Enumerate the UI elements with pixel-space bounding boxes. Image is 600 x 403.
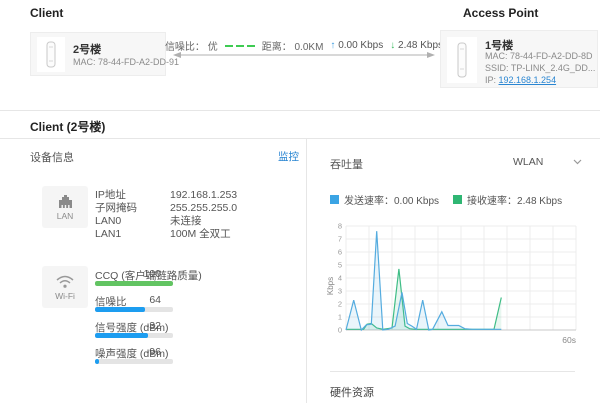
divider-hardware [330, 371, 575, 372]
wifi-metric-bar-fill [95, 281, 173, 286]
lan-row-label: LAN1 [95, 228, 170, 240]
svg-text:1: 1 [338, 313, 342, 322]
ap-device-ssid: SSID: TP-LINK_2.4G_DD... [485, 63, 595, 73]
ap-device-ip-row: IP: 192.168.1.254 [485, 75, 556, 85]
lan-row: LAN1100M 全双工 [95, 226, 295, 241]
wifi-metric-bar [95, 333, 173, 338]
throughput-title: 吞吐量 [330, 156, 363, 172]
svg-text:8: 8 [338, 222, 342, 231]
wifi-icon [55, 274, 75, 289]
ip-label: IP: [485, 75, 499, 85]
legend-item: 接收速率：2.48 Kbps [453, 192, 562, 207]
client-device-image [37, 37, 65, 72]
wifi-metric-bar [95, 281, 173, 286]
ap-ip-link[interactable]: 192.168.1.254 [499, 75, 557, 85]
cpe-device-icon [455, 41, 469, 79]
legend-label: 接收速率：2.48 Kbps [467, 192, 562, 207]
client-device-mac: MAC: 78-44-FD-A2-DD-91 [73, 57, 179, 67]
wifi-metric-bar [95, 307, 173, 312]
wifi-metric-value: -32 [95, 320, 161, 332]
svg-text:Kbps: Kbps [326, 277, 335, 295]
throughput-chart-svg: 0 1 2 3 4 5 6 7 8 Kbps 60s [326, 216, 582, 346]
wifi-metric-bar [95, 359, 173, 364]
column-divider [306, 139, 307, 403]
client-device-name: 2号楼 [73, 41, 101, 57]
wlan-selector[interactable]: WLAN [513, 156, 582, 168]
access-point-header: Access Point [463, 6, 538, 20]
svg-text:7: 7 [338, 235, 342, 244]
link-up: ↑ 0.00 Kbps [330, 40, 383, 51]
chevron-down-icon [573, 159, 582, 165]
svg-text:0: 0 [338, 326, 342, 335]
monitor-link[interactable]: 监控 [278, 149, 299, 164]
wifi-metric-bar-fill [95, 359, 99, 364]
legend-swatch [330, 195, 339, 204]
ap-device-image [447, 37, 477, 83]
svg-text:4: 4 [338, 274, 342, 283]
svg-text:60s: 60s [562, 335, 576, 345]
divider-section [0, 138, 600, 139]
cpe-device-icon [44, 41, 58, 69]
down-rate: 2.48 Kbps [398, 40, 443, 51]
divider-top [0, 110, 600, 111]
wifi-metric-bar-fill [95, 307, 145, 312]
up-arrow-icon: ↑ [330, 40, 335, 51]
legend-label: 发送速率：0.00 Kbps [344, 192, 439, 207]
client-header: Client [30, 6, 63, 20]
wifi-metric-value: -96 [95, 346, 161, 358]
chart-legend: 发送速率：0.00 Kbps 接收速率：2.48 Kbps [330, 192, 562, 207]
signal-dashes-icon [225, 45, 255, 47]
lan-port-icon [57, 194, 74, 209]
ap-device-card[interactable]: 1号楼 MAC: 78-44-FD-A2-DD-8D SSID: TP-LINK… [440, 30, 598, 88]
wifi-metric-value: 100 [95, 268, 161, 280]
wifi-tile-label: Wi-Fi [55, 291, 75, 301]
wifi-metric-value: 64 [95, 294, 161, 306]
client-device-card[interactable]: 2号楼 MAC: 78-44-FD-A2-DD-91 [30, 32, 166, 76]
throughput-chart: 0 1 2 3 4 5 6 7 8 Kbps 60s [326, 216, 582, 351]
topology-link-line [172, 51, 436, 59]
wlan-selector-value: WLAN [513, 156, 543, 168]
link-down: ↓ 2.48 Kbps [390, 40, 443, 51]
svg-text:5: 5 [338, 261, 342, 270]
lan-tile-label: LAN [57, 211, 74, 221]
ap-management-page: Client Access Point 2号楼 MAC: 78-44-FD-A2… [0, 0, 600, 403]
down-arrow-icon: ↓ [390, 40, 395, 51]
legend-swatch [453, 195, 462, 204]
svg-text:6: 6 [338, 248, 342, 257]
legend-item: 发送速率：0.00 Kbps [330, 192, 439, 207]
svg-text:3: 3 [338, 287, 342, 296]
wifi-tile: Wi-Fi [42, 266, 88, 308]
svg-text:2: 2 [338, 300, 342, 309]
device-info-title: 设备信息 [30, 149, 74, 165]
hardware-title: 硬件资源 [330, 384, 374, 400]
ap-device-mac: MAC: 78-44-FD-A2-DD-8D [485, 51, 593, 61]
wifi-metric-bar-fill [95, 333, 148, 338]
lan-tile: LAN [42, 186, 88, 228]
section-title: Client (2号楼) [30, 118, 105, 135]
up-rate: 0.00 Kbps [338, 40, 383, 51]
lan-row-value: 100M 全双工 [170, 228, 231, 240]
